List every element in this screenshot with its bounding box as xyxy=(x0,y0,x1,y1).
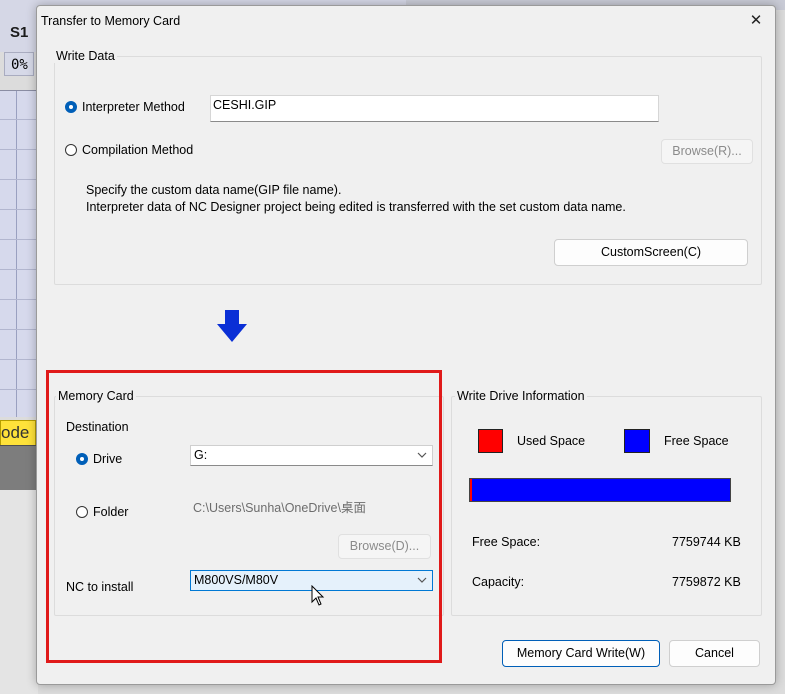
radio-selected-icon xyxy=(65,101,77,113)
drive-label: Drive xyxy=(93,452,123,466)
interpreter-method-label: Interpreter Method xyxy=(82,100,185,114)
capacity-label: Capacity: xyxy=(472,575,525,589)
background-mode-indicator: ode xyxy=(0,420,36,446)
drive-info-group-label: Write Drive Information xyxy=(455,389,587,403)
background-percent-field: 0% xyxy=(4,52,34,76)
memory-card-group-label: Memory Card xyxy=(56,389,136,403)
dialog-title: Transfer to Memory Card xyxy=(41,14,181,28)
free-space-label: Free Space: xyxy=(472,535,541,549)
destination-label: Destination xyxy=(66,420,129,434)
background-grid xyxy=(0,90,38,417)
memory-card-write-button[interactable]: Memory Card Write(W) xyxy=(502,640,660,667)
browse-d-button[interactable]: Browse(D)... xyxy=(338,534,431,559)
chevron-down-icon xyxy=(417,452,427,458)
background-panel-lower xyxy=(0,490,38,694)
note-line-2: Interpreter data of NC Designer project … xyxy=(86,200,626,214)
radio-selected-icon xyxy=(76,453,88,465)
used-space-label: Used Space xyxy=(517,434,586,448)
free-space-value: 7759744 KB xyxy=(672,535,741,549)
radio-unselected-icon xyxy=(76,506,88,518)
mouse-cursor-icon xyxy=(311,585,325,606)
interpreter-method-radio[interactable]: Interpreter Method xyxy=(65,100,185,114)
transfer-dialog: Transfer to Memory Card ✕ Write Data Int… xyxy=(36,5,776,685)
cancel-button[interactable]: Cancel xyxy=(669,640,760,667)
folder-radio[interactable]: Folder xyxy=(76,505,128,519)
write-data-group-label: Write Data xyxy=(54,49,117,63)
background-panel xyxy=(0,445,38,490)
drive-radio[interactable]: Drive xyxy=(76,452,122,466)
background-s1-label: S1 xyxy=(10,24,29,41)
free-space-legend-label: Free Space xyxy=(664,434,729,448)
nc-select-value: M800VS/M80V xyxy=(194,573,279,587)
radio-unselected-icon xyxy=(65,144,77,156)
custom-screen-button[interactable]: CustomScreen(C) xyxy=(554,239,748,266)
compilation-method-label: Compilation Method xyxy=(82,143,194,157)
custom-data-name-input[interactable]: CESHI.GIP xyxy=(210,95,659,122)
drive-select[interactable]: G: xyxy=(190,445,433,466)
folder-label: Folder xyxy=(93,505,129,519)
free-space-swatch xyxy=(624,429,650,453)
close-icon: ✕ xyxy=(749,12,763,29)
drive-select-value: G: xyxy=(194,448,208,462)
capacity-value: 7759872 KB xyxy=(672,575,741,589)
used-space-swatch xyxy=(478,429,503,453)
note-line-1: Specify the custom data name(GIP file na… xyxy=(86,183,342,197)
arrow-down-icon xyxy=(217,310,247,342)
folder-path: C:\Users\Sunha\OneDrive\桌面 xyxy=(193,501,366,515)
drive-usage-used-fill xyxy=(470,479,472,501)
compilation-path-input[interactable] xyxy=(210,140,659,164)
nc-to-install-label: NC to install xyxy=(66,580,134,594)
browse-r-button[interactable]: Browse(R)... xyxy=(661,139,753,164)
close-button[interactable]: ✕ xyxy=(743,9,769,33)
chevron-down-icon xyxy=(417,577,427,583)
drive-usage-bar xyxy=(469,478,731,502)
compilation-method-radio[interactable]: Compilation Method xyxy=(65,143,193,157)
